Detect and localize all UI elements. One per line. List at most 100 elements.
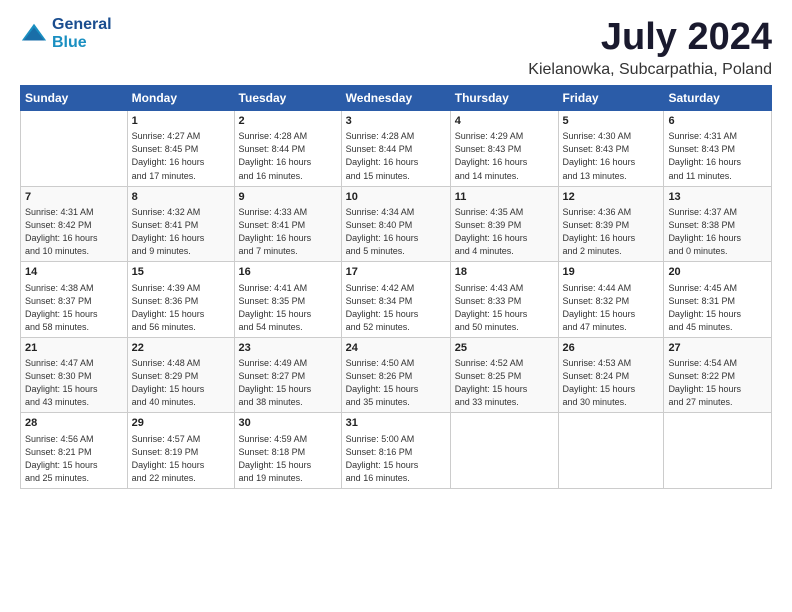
day-number: 20 [668, 265, 767, 280]
day-number: 29 [132, 416, 230, 431]
calendar-cell: 30 Sunrise: 4:59 AM Sunset: 8:18 PM Dayli… [234, 413, 341, 489]
calendar-cell: 15 Sunrise: 4:39 AM Sunset: 8:36 PM Dayli… [127, 262, 234, 338]
subtitle: Kielanowka, Subcarpathia, Poland [528, 61, 772, 79]
calendar-cell: 28 Sunrise: 4:56 AM Sunset: 8:21 PM Dayli… [21, 413, 128, 489]
cell-content: Sunrise: 4:29 AM Sunset: 8:43 PM Dayligh… [455, 130, 554, 182]
day-number: 19 [563, 265, 660, 280]
calendar-cell [664, 413, 772, 489]
day-number: 31 [346, 416, 446, 431]
calendar-cell: 4Sunrise: 4:29 AM Sunset: 8:43 PM Daylig… [450, 111, 558, 187]
calendar-cell [450, 413, 558, 489]
day-number: 10 [346, 190, 446, 205]
day-number: 12 [563, 190, 660, 205]
cell-content: Sunrise: 4:32 AM Sunset: 8:41 PM Dayligh… [132, 206, 230, 258]
col-monday: Monday [127, 86, 234, 111]
calendar-cell: 18Sunrise: 4:43 AM Sunset: 8:33 PM Dayli… [450, 262, 558, 338]
calendar-cell: 24Sunrise: 4:50 AM Sunset: 8:26 PM Dayli… [341, 337, 450, 413]
col-friday: Friday [558, 86, 664, 111]
calendar-week-2: 14Sunrise: 4:38 AM Sunset: 8:37 PM Dayli… [21, 262, 772, 338]
cell-content: Sunrise: 4:33 AM Sunset: 8:41 PM Dayligh… [239, 206, 337, 258]
calendar-cell: 12Sunrise: 4:36 AM Sunset: 8:39 PM Dayli… [558, 186, 664, 262]
calendar-week-0: 1Sunrise: 4:27 AM Sunset: 8:45 PM Daylig… [21, 111, 772, 187]
day-number: 15 [132, 265, 230, 280]
title-block: July 2024 Kielanowka, Subcarpathia, Pola… [528, 16, 772, 79]
calendar-table: Sunday Monday Tuesday Wednesday Thursday… [20, 85, 772, 489]
page: General Blue July 2024 Kielanowka, Subca… [0, 0, 792, 499]
main-title: July 2024 [528, 16, 772, 59]
cell-content: Sunrise: 4:41 AM Sunset: 8:35 PM Dayligh… [239, 282, 337, 334]
cell-content: Sunrise: 4:54 AM Sunset: 8:22 PM Dayligh… [668, 357, 767, 409]
calendar-cell: 20 Sunrise: 4:45 AM Sunset: 8:31 PM Dayli… [664, 262, 772, 338]
cell-content: Sunrise: 4:27 AM Sunset: 8:45 PM Dayligh… [132, 130, 230, 182]
calendar-cell [558, 413, 664, 489]
calendar-week-1: 7Sunrise: 4:31 AM Sunset: 8:42 PM Daylig… [21, 186, 772, 262]
calendar-cell: 1Sunrise: 4:27 AM Sunset: 8:45 PM Daylig… [127, 111, 234, 187]
logo-blue: Blue [52, 34, 112, 52]
header: General Blue July 2024 Kielanowka, Subca… [20, 16, 772, 79]
col-thursday: Thursday [450, 86, 558, 111]
cell-content: Sunrise: 4:56 AM Sunset: 8:21 PM Dayligh… [25, 433, 123, 485]
cell-content: Sunrise: 4:53 AM Sunset: 8:24 PM Dayligh… [563, 357, 660, 409]
day-number: 1 [132, 114, 230, 129]
logo: General Blue [20, 16, 112, 52]
day-number: 28 [25, 416, 123, 431]
calendar-cell: 13Sunrise: 4:37 AM Sunset: 8:38 PM Dayli… [664, 186, 772, 262]
calendar-cell: 14Sunrise: 4:38 AM Sunset: 8:37 PM Dayli… [21, 262, 128, 338]
col-tuesday: Tuesday [234, 86, 341, 111]
calendar-week-3: 21Sunrise: 4:47 AM Sunset: 8:30 PM Dayli… [21, 337, 772, 413]
calendar-cell: 19Sunrise: 4:44 AM Sunset: 8:32 PM Dayli… [558, 262, 664, 338]
col-wednesday: Wednesday [341, 86, 450, 111]
day-number: 5 [563, 114, 660, 129]
cell-content: Sunrise: 4:47 AM Sunset: 8:30 PM Dayligh… [25, 357, 123, 409]
cell-content: Sunrise: 4:39 AM Sunset: 8:36 PM Dayligh… [132, 282, 230, 334]
calendar-cell: 29Sunrise: 4:57 AM Sunset: 8:19 PM Dayli… [127, 413, 234, 489]
calendar-cell: 5Sunrise: 4:30 AM Sunset: 8:43 PM Daylig… [558, 111, 664, 187]
day-number: 7 [25, 190, 123, 205]
day-number: 3 [346, 114, 446, 129]
cell-content: Sunrise: 4:52 AM Sunset: 8:25 PM Dayligh… [455, 357, 554, 409]
calendar-cell: 21Sunrise: 4:47 AM Sunset: 8:30 PM Dayli… [21, 337, 128, 413]
calendar-cell: 23Sunrise: 4:49 AM Sunset: 8:27 PM Dayli… [234, 337, 341, 413]
cell-content: Sunrise: 4:36 AM Sunset: 8:39 PM Dayligh… [563, 206, 660, 258]
day-number: 25 [455, 341, 554, 356]
cell-content: Sunrise: 4:42 AM Sunset: 8:34 PM Dayligh… [346, 282, 446, 334]
cell-content: Sunrise: 4:35 AM Sunset: 8:39 PM Dayligh… [455, 206, 554, 258]
cell-content: Sunrise: 4:31 AM Sunset: 8:42 PM Dayligh… [25, 206, 123, 258]
calendar-cell: 9Sunrise: 4:33 AM Sunset: 8:41 PM Daylig… [234, 186, 341, 262]
calendar-cell: 31 Sunrise: 5:00 AM Sunset: 8:16 PM Dayli… [341, 413, 450, 489]
calendar-cell: 26Sunrise: 4:53 AM Sunset: 8:24 PM Dayli… [558, 337, 664, 413]
cell-content: Sunrise: 4:59 AM Sunset: 8:18 PM Dayligh… [239, 433, 337, 485]
day-number: 16 [239, 265, 337, 280]
day-number: 24 [346, 341, 446, 356]
day-number: 22 [132, 341, 230, 356]
day-number: 2 [239, 114, 337, 129]
col-saturday: Saturday [664, 86, 772, 111]
cell-content: Sunrise: 4:45 AM Sunset: 8:31 PM Dayligh… [668, 282, 767, 334]
cell-content: Sunrise: 5:00 AM Sunset: 8:16 PM Dayligh… [346, 433, 446, 485]
calendar-cell: 10Sunrise: 4:34 AM Sunset: 8:40 PM Dayli… [341, 186, 450, 262]
calendar-cell: 6Sunrise: 4:31 AM Sunset: 8:43 PM Daylig… [664, 111, 772, 187]
logo-icon [20, 20, 48, 48]
day-number: 30 [239, 416, 337, 431]
day-number: 23 [239, 341, 337, 356]
cell-content: Sunrise: 4:34 AM Sunset: 8:40 PM Dayligh… [346, 206, 446, 258]
calendar-cell: 7Sunrise: 4:31 AM Sunset: 8:42 PM Daylig… [21, 186, 128, 262]
cell-content: Sunrise: 4:43 AM Sunset: 8:33 PM Dayligh… [455, 282, 554, 334]
day-number: 4 [455, 114, 554, 129]
day-number: 9 [239, 190, 337, 205]
calendar-cell: 3Sunrise: 4:28 AM Sunset: 8:44 PM Daylig… [341, 111, 450, 187]
cell-content: Sunrise: 4:28 AM Sunset: 8:44 PM Dayligh… [346, 130, 446, 182]
calendar-cell: 8Sunrise: 4:32 AM Sunset: 8:41 PM Daylig… [127, 186, 234, 262]
day-number: 11 [455, 190, 554, 205]
calendar-week-4: 28 Sunrise: 4:56 AM Sunset: 8:21 PM Dayli… [21, 413, 772, 489]
cell-content: Sunrise: 4:31 AM Sunset: 8:43 PM Dayligh… [668, 130, 767, 182]
calendar-cell: 17Sunrise: 4:42 AM Sunset: 8:34 PM Dayli… [341, 262, 450, 338]
calendar-cell [21, 111, 128, 187]
day-number: 13 [668, 190, 767, 205]
day-number: 27 [668, 341, 767, 356]
calendar-cell: 2Sunrise: 4:28 AM Sunset: 8:44 PM Daylig… [234, 111, 341, 187]
cell-content: Sunrise: 4:30 AM Sunset: 8:43 PM Dayligh… [563, 130, 660, 182]
calendar-cell: 27Sunrise: 4:54 AM Sunset: 8:22 PM Dayli… [664, 337, 772, 413]
day-number: 26 [563, 341, 660, 356]
col-sunday: Sunday [21, 86, 128, 111]
